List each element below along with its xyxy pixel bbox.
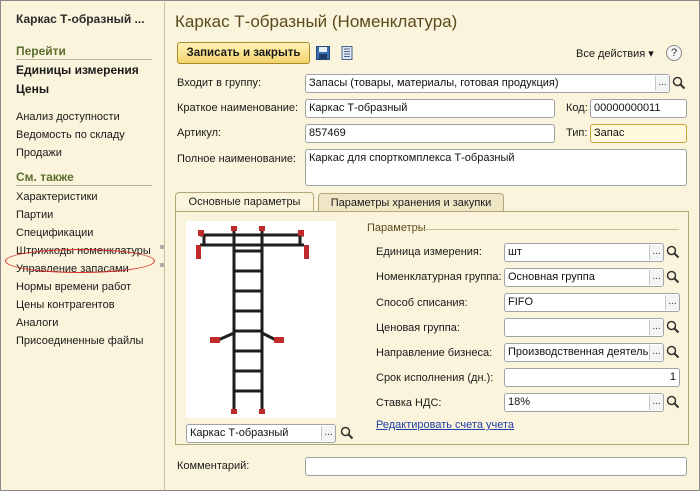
business-label: Направление бизнеса: bbox=[376, 347, 493, 359]
type-label: Тип: bbox=[566, 127, 588, 139]
sidebar-section-goto: Перейти bbox=[16, 44, 152, 60]
sidebar-item-attached-files[interactable]: Присоединенные файлы bbox=[16, 332, 164, 350]
sidebar-item-batches[interactable]: Партии bbox=[16, 206, 164, 224]
select-button[interactable]: ... bbox=[321, 426, 335, 441]
search-icon[interactable] bbox=[666, 245, 680, 259]
params-group-label: Параметры bbox=[367, 222, 426, 234]
edit-accounts-link[interactable]: Редактировать счета учета bbox=[376, 419, 514, 431]
more-dot-icon bbox=[160, 263, 164, 267]
search-icon[interactable] bbox=[340, 426, 354, 440]
unit-label: Единица измерения: bbox=[376, 246, 482, 258]
select-button[interactable]: ... bbox=[655, 76, 669, 91]
search-icon[interactable] bbox=[666, 395, 680, 409]
climbing-frame-picture bbox=[196, 226, 309, 414]
picture-caption-field[interactable]: Каркас Т-образный ... bbox=[186, 424, 336, 443]
sidebar-item-warehouse-report[interactable]: Ведомость по складу bbox=[16, 126, 164, 144]
document-list-icon[interactable] bbox=[340, 46, 354, 60]
select-button[interactable]: ... bbox=[649, 395, 663, 410]
article-label: Артикул: bbox=[177, 127, 222, 139]
sidebar-item-analogs[interactable]: Аналоги bbox=[16, 314, 164, 332]
price-group-label: Ценовая группа: bbox=[376, 322, 460, 334]
highlight-annotation bbox=[5, 249, 155, 273]
tab-storage-purchase[interactable]: Параметры хранения и закупки bbox=[318, 193, 504, 212]
save-icon[interactable] bbox=[316, 46, 330, 60]
code-field[interactable]: 00000000011 bbox=[590, 99, 687, 118]
business-field[interactable]: Производственная деятельность ... bbox=[504, 343, 664, 362]
product-image[interactable] bbox=[186, 221, 336, 418]
form-window: Каркас Т-образный ... Перейти Единицы из… bbox=[0, 0, 700, 491]
more-dot-icon bbox=[160, 245, 164, 249]
group-label: Входит в группу: bbox=[177, 77, 261, 89]
sidebar: Каркас Т-образный ... Перейти Единицы из… bbox=[2, 2, 165, 490]
save-and-close-button[interactable]: Записать и закрыть bbox=[177, 42, 310, 64]
sidebar-item-prices[interactable]: Цены bbox=[16, 82, 164, 98]
search-icon[interactable] bbox=[666, 270, 680, 284]
group-field[interactable]: Запасы (товары, материалы, готовая проду… bbox=[305, 74, 670, 93]
term-field[interactable]: 1 bbox=[504, 368, 680, 387]
unit-field[interactable]: шт ... bbox=[504, 243, 664, 262]
sidebar-item-counterparty-prices[interactable]: Цены контрагентов bbox=[16, 296, 164, 314]
sidebar-item-availability[interactable]: Анализ доступности bbox=[16, 108, 164, 126]
comment-field[interactable] bbox=[305, 457, 687, 476]
main-params-panel: Каркас Т-образный ... Параметры Единица … bbox=[175, 211, 689, 445]
writeoff-label: Способ списания: bbox=[376, 297, 468, 309]
comment-label: Комментарий: bbox=[177, 460, 250, 472]
select-button[interactable]: ... bbox=[649, 345, 663, 360]
short-name-label: Краткое наименование: bbox=[177, 102, 299, 114]
select-button[interactable]: ... bbox=[665, 295, 679, 310]
nom-group-field[interactable]: Основная группа ... bbox=[504, 268, 664, 287]
sidebar-section-see-also: См. также bbox=[16, 170, 152, 186]
full-name-label: Полное наименование: bbox=[177, 153, 297, 165]
sidebar-item-characteristics[interactable]: Характеристики bbox=[16, 188, 164, 206]
select-button[interactable]: ... bbox=[649, 245, 663, 260]
article-field[interactable]: 857469 bbox=[305, 124, 555, 143]
short-name-field[interactable]: Каркас Т-образный bbox=[305, 99, 555, 118]
sidebar-item-work-time-norms[interactable]: Нормы времени работ bbox=[16, 278, 164, 296]
select-button[interactable]: ... bbox=[649, 320, 663, 335]
select-button[interactable]: ... bbox=[649, 270, 663, 285]
search-icon[interactable] bbox=[672, 76, 686, 90]
sidebar-item-units[interactable]: Единицы измерения bbox=[16, 63, 164, 79]
help-button[interactable]: ? bbox=[666, 45, 682, 61]
search-icon[interactable] bbox=[666, 320, 680, 334]
all-actions-menu[interactable]: Все действия ▾ bbox=[576, 47, 654, 60]
main-area: Каркас Т-образный (Номенклатура) Записат… bbox=[166, 2, 699, 490]
sidebar-item-specifications[interactable]: Спецификации bbox=[16, 224, 164, 242]
code-label: Код: bbox=[566, 102, 588, 114]
price-group-field[interactable]: ... bbox=[504, 318, 664, 337]
full-name-field[interactable]: Каркас для спорткомплекса Т-образный bbox=[305, 149, 687, 186]
params-divider bbox=[416, 229, 679, 230]
writeoff-field[interactable]: FIFO ... bbox=[504, 293, 680, 312]
vat-field[interactable]: 18% ... bbox=[504, 393, 664, 412]
sidebar-item-sales[interactable]: Продажи bbox=[16, 144, 164, 162]
term-label: Срок исполнения (дн.): bbox=[376, 372, 494, 384]
vat-label: Ставка НДС: bbox=[376, 397, 442, 409]
nom-group-label: Номенклатурная группа: bbox=[376, 271, 502, 283]
search-icon[interactable] bbox=[666, 345, 680, 359]
page-title: Каркас Т-образный (Номенклатура) bbox=[175, 12, 458, 31]
type-field[interactable]: Запас bbox=[590, 124, 687, 143]
tab-main-params[interactable]: Основные параметры bbox=[175, 192, 314, 213]
sidebar-title: Каркас Т-образный ... bbox=[16, 12, 145, 26]
